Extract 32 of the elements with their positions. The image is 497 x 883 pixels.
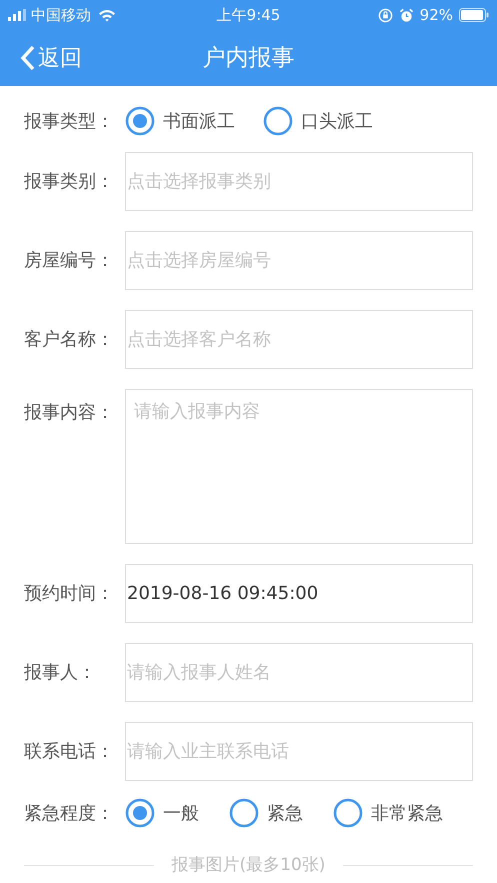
carrier-name: 中国移动 xyxy=(31,4,91,26)
rotation-lock-icon xyxy=(378,8,393,22)
radio-option[interactable]: 书面派工 xyxy=(125,106,235,136)
radio-option[interactable]: 紧急 xyxy=(229,798,303,828)
field-label: 紧急程度： xyxy=(24,802,115,826)
field-label: 客户名称： xyxy=(24,328,115,352)
select-field[interactable]: 点击选择房屋编号 xyxy=(125,231,473,290)
input-field[interactable]: 2019-08-16 09:45:00 xyxy=(125,564,473,623)
radio-option[interactable]: 非常紧急 xyxy=(333,798,443,828)
field-label: 预约时间： xyxy=(24,582,115,606)
wifi-icon xyxy=(98,8,116,22)
text-area[interactable]: 请输入报事内容 xyxy=(125,389,473,544)
section-caption: 报事图片(最多10张) xyxy=(172,854,326,877)
radio-option[interactable]: 一般 xyxy=(125,798,199,828)
battery-percent: 92% xyxy=(420,4,453,26)
field-label: 报事人： xyxy=(24,661,97,685)
field-label: 报事内容： xyxy=(24,401,115,425)
battery-icon xyxy=(459,8,489,22)
select-field[interactable]: 点击选择客户名称 xyxy=(125,310,473,369)
field-label: 报事类别： xyxy=(24,170,115,194)
field-label: 联系电话： xyxy=(24,740,115,764)
page-title: 户内报事 xyxy=(202,44,294,73)
field-label: 房屋编号： xyxy=(24,249,115,273)
radio-option[interactable]: 口头派工 xyxy=(263,106,373,136)
chevron-left-icon xyxy=(20,45,36,71)
status-time: 上午9:45 xyxy=(216,4,280,26)
signal-icon xyxy=(8,9,28,21)
field-label: 报事类型： xyxy=(24,110,115,134)
input-field[interactable]: 请输入报事人姓名 xyxy=(125,643,473,702)
alarm-icon xyxy=(398,8,414,22)
input-field[interactable]: 请输入业主联系电话 xyxy=(125,722,473,781)
select-field[interactable]: 点击选择报事类别 xyxy=(125,152,473,211)
